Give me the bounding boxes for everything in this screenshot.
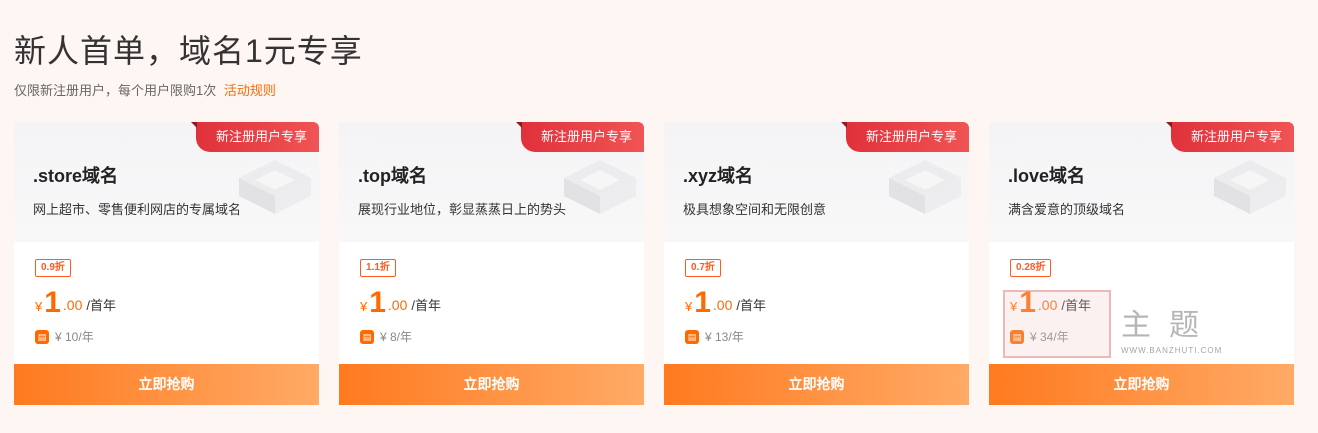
page-subtitle: 仅限新注册用户，每个用户限购1次 活动规则	[14, 80, 276, 99]
renewal-price-text: ¥ 10/年	[55, 330, 94, 344]
price: ¥1.00/首年	[685, 286, 766, 322]
domain-description: 展现行业地位，彰显蒸蒸日上的势头	[358, 202, 567, 217]
subtitle-text: 仅限新注册用户，每个用户限购1次	[14, 83, 217, 98]
renewal-price: ▤ ¥ 34/年	[1010, 328, 1069, 345]
new-user-ribbon: 新注册用户专享	[840, 122, 969, 152]
price-integer: 1	[369, 286, 386, 319]
buy-now-button[interactable]: 立即抢购	[664, 364, 969, 405]
domain-name: .top域名	[358, 166, 427, 186]
box-illustration-icon	[564, 160, 636, 214]
price-decimal: .00	[712, 297, 733, 313]
price: ¥1.00/首年	[1010, 286, 1091, 322]
new-user-ribbon: 新注册用户专享	[1165, 122, 1294, 152]
activity-rules-link[interactable]: 活动规则	[224, 83, 276, 98]
domain-description: 极具想象空间和无限创意	[683, 202, 827, 217]
currency-symbol: ¥	[1010, 299, 1018, 314]
price-period: /首年	[86, 298, 117, 313]
price-period: /首年	[736, 298, 767, 313]
domain-name: .xyz域名	[683, 166, 754, 186]
currency-symbol: ¥	[685, 299, 693, 314]
store-icon: ▤	[35, 329, 49, 344]
price-decimal: .00	[62, 297, 83, 313]
new-user-ribbon: 新注册用户专享	[515, 122, 644, 152]
store-icon: ▤	[1010, 329, 1024, 344]
renewal-price-text: ¥ 34/年	[1030, 330, 1069, 344]
domain-name: .love域名	[1008, 166, 1086, 186]
price-decimal: .00	[1037, 297, 1058, 313]
price-period: /首年	[1061, 298, 1092, 313]
renewal-price: ▤ ¥ 8/年	[360, 328, 412, 345]
page-title: 新人首单，域名1元专享	[14, 33, 363, 69]
price-integer: 1	[1019, 286, 1036, 319]
price-period: /首年	[411, 298, 442, 313]
domain-card-store: 新注册用户专享 .store域名 网上超市、零售便利网店的专属域名 0.9折 ¥…	[14, 122, 319, 405]
price-integer: 1	[694, 286, 711, 319]
domain-description: 满含爱意的顶级域名	[1008, 202, 1126, 217]
box-illustration-icon	[239, 160, 311, 214]
discount-badge: 1.1折	[360, 259, 396, 277]
discount-badge: 0.7折	[685, 259, 721, 277]
renewal-price-text: ¥ 8/年	[380, 330, 413, 344]
discount-badge: 0.9折	[35, 259, 71, 277]
store-icon: ▤	[360, 329, 374, 344]
domain-name: .store域名	[33, 166, 119, 186]
new-user-ribbon: 新注册用户专享	[190, 122, 319, 152]
price: ¥1.00/首年	[360, 286, 441, 322]
store-icon: ▤	[685, 329, 699, 344]
buy-now-button[interactable]: 立即抢购	[989, 364, 1294, 405]
discount-badge: 0.28折	[1010, 259, 1052, 277]
buy-now-button[interactable]: 立即抢购	[339, 364, 644, 405]
buy-now-button[interactable]: 立即抢购	[14, 364, 319, 405]
renewal-price-text: ¥ 13/年	[705, 330, 744, 344]
domain-description: 网上超市、零售便利网店的专属域名	[33, 202, 242, 217]
box-illustration-icon	[889, 160, 961, 214]
domain-card-xyz: 新注册用户专享 .xyz域名 极具想象空间和无限创意 0.7折 ¥1.00/首年…	[664, 122, 969, 405]
currency-symbol: ¥	[35, 299, 43, 314]
renewal-price: ▤ ¥ 13/年	[685, 328, 744, 345]
price-decimal: .00	[387, 297, 408, 313]
domain-card-top: 新注册用户专享 .top域名 展现行业地位，彰显蒸蒸日上的势头 1.1折 ¥1.…	[339, 122, 644, 405]
domain-card-love: 新注册用户专享 .love域名 满含爱意的顶级域名 0.28折 ¥1.00/首年…	[989, 122, 1294, 405]
price: ¥1.00/首年	[35, 286, 116, 322]
currency-symbol: ¥	[360, 299, 368, 314]
box-illustration-icon	[1214, 160, 1286, 214]
renewal-price: ▤ ¥ 10/年	[35, 328, 94, 345]
price-integer: 1	[44, 286, 61, 319]
